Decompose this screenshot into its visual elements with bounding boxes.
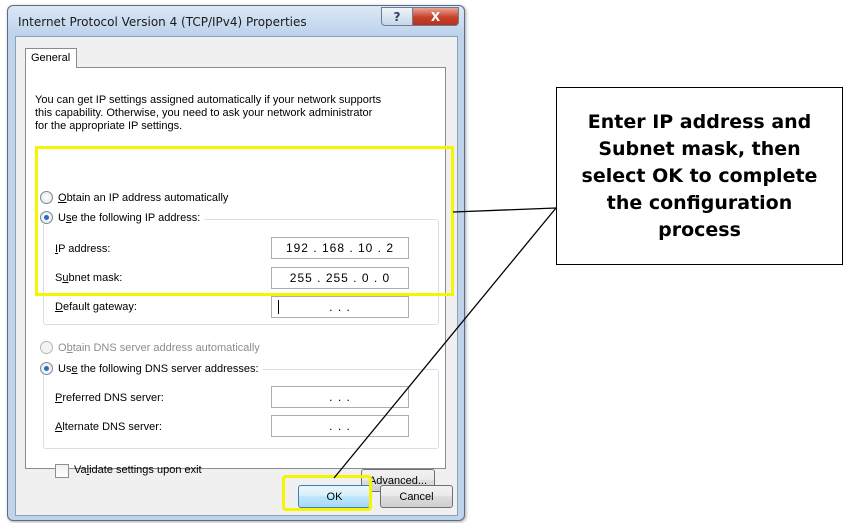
intro-line: You can get IP settings assigned automat… — [35, 94, 382, 106]
obtain-dns-auto-radio[interactable]: Obtain DNS server address automatically — [40, 341, 260, 354]
close-icon: X — [430, 9, 441, 24]
ok-button-highlight — [282, 475, 372, 511]
ip-fields-highlight — [35, 146, 454, 296]
cancel-button[interactable]: Cancel — [380, 485, 453, 508]
radio-label: Use the following DNS server addresses: — [58, 362, 259, 375]
intro-text: You can get IP settings assigned automat… — [35, 94, 445, 133]
title-bar[interactable]: Internet Protocol Version 4 (TCP/IPv4) P… — [8, 6, 464, 36]
intro-line: this capability. Otherwise, you need to … — [35, 107, 373, 119]
validate-checkbox[interactable] — [55, 464, 69, 478]
close-button[interactable]: X — [412, 7, 459, 26]
callout-line-ip — [452, 207, 557, 213]
preferred-dns-input[interactable]: . . . — [271, 386, 409, 408]
radio-label: Obtain DNS server address automatically — [58, 341, 260, 354]
help-icon: ? — [393, 9, 401, 24]
alternate-dns-input[interactable]: . . . — [271, 415, 409, 437]
dns-groupbox — [43, 369, 439, 449]
tab-general[interactable]: General — [25, 48, 77, 68]
tab-label: General — [31, 52, 71, 64]
default-gateway-input[interactable]: . . . — [271, 296, 409, 318]
default-gateway-label: Default gateway: — [55, 301, 137, 313]
callout-box: Enter IP address and Subnet mask, then s… — [556, 87, 843, 265]
help-button[interactable]: ? — [381, 7, 413, 26]
preferred-dns-label: Preferred DNS server: — [55, 392, 164, 404]
button-label: Cancel — [399, 490, 434, 503]
use-following-dns-radio[interactable]: Use the following DNS server addresses: — [40, 362, 263, 375]
intro-line: for the appropriate IP settings. — [35, 120, 183, 132]
validate-label: Validate settings upon exit — [74, 464, 202, 476]
text-caret — [278, 300, 279, 314]
callout-text: Enter IP address and Subnet mask, then s… — [581, 110, 818, 241]
alternate-dns-label: Alternate DNS server: — [55, 421, 162, 433]
window-title: Internet Protocol Version 4 (TCP/IPv4) P… — [18, 15, 307, 29]
radio-selected-icon — [40, 362, 53, 375]
radio-disabled-icon — [40, 341, 53, 354]
